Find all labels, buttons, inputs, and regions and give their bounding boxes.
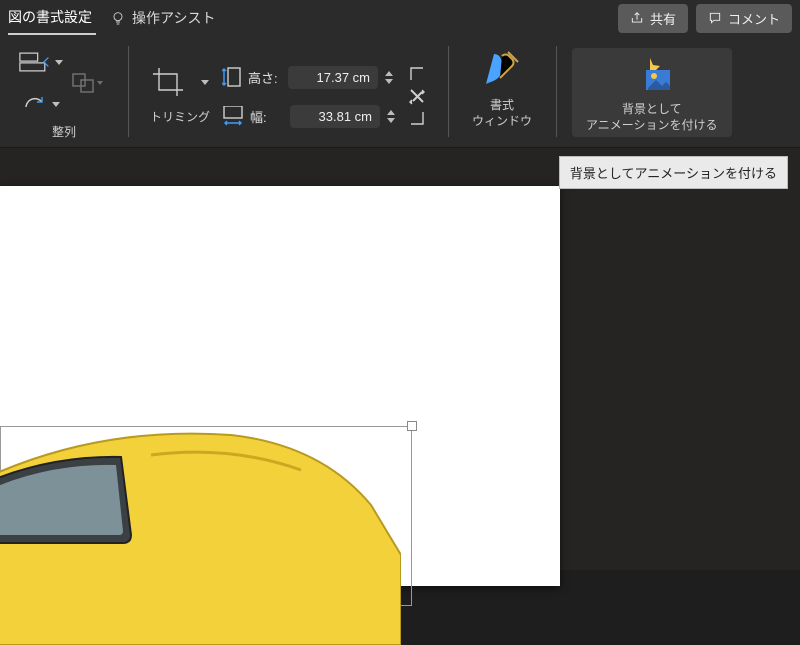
animate-bg-label-2: アニメーションを付ける [586,118,718,134]
format-pane-label-2: ウィンドウ [472,114,532,130]
document-canvas[interactable] [0,148,800,570]
group-arrange: 整列 [0,36,128,147]
lock-aspect-toggle[interactable] [408,87,426,105]
crop-label: トリミング [150,110,210,126]
format-pane-button[interactable]: 書式 ウィンドウ [454,44,550,141]
lightbulb-icon [110,10,126,26]
width-decrement[interactable] [386,117,396,123]
group-animate-bg: 背景として アニメーションを付ける [556,36,748,147]
selected-image-car[interactable] [0,415,401,645]
rotate-menu[interactable] [19,86,63,122]
group-objects[interactable] [65,65,109,101]
animate-as-background-button[interactable]: 背景として アニメーションを付ける [572,48,732,137]
tooltip: 背景としてアニメーションを付ける [559,156,788,189]
align-icon [19,51,51,73]
align-menu[interactable] [19,44,63,80]
resize-handle-top-right[interactable] [407,421,417,431]
assist-label: 操作アシスト [132,8,215,28]
format-pane-label-1: 書式 [472,98,532,114]
height-field-row: 高さ: 17.37 cm [222,66,396,89]
share-button[interactable]: 共有 [618,4,688,33]
group-size: トリミング 高さ: 17.37 cm 幅: 33.81 cm [128,36,448,147]
group-format-pane: 書式 ウィンドウ [448,36,556,147]
width-field-row: 幅: 33.81 cm [222,105,396,128]
document-page [0,186,560,586]
format-pane-icon [480,50,524,90]
ribbon: 整列 トリミング 高さ: 17.37 cm [0,36,800,148]
tab-picture-format[interactable]: 図の書式設定 [8,1,96,35]
comment-button[interactable]: コメント [696,4,792,33]
height-label: 高さ: [248,68,282,87]
comment-label: コメント [728,9,780,28]
image-selection-box[interactable] [0,426,412,606]
corner-tl-icon [410,67,424,81]
group-icon [71,72,97,94]
rotate-icon [22,93,48,115]
height-input[interactable]: 17.37 cm [288,66,378,89]
animate-bg-icon [630,54,674,94]
height-icon [222,66,242,88]
corner-br-icon [410,111,424,125]
width-label: 幅: [250,107,284,126]
crop-menu[interactable] [151,66,209,100]
share-icon [630,11,644,25]
top-bar: 図の書式設定 操作アシスト 共有 コメント [0,0,800,36]
width-icon [222,106,244,126]
topbar-right: 共有 コメント [618,4,792,33]
comment-icon [708,11,722,25]
share-label: 共有 [650,9,676,28]
width-increment[interactable] [386,109,396,115]
width-input[interactable]: 33.81 cm [290,105,380,128]
height-decrement[interactable] [384,78,394,84]
crop-icon [151,66,189,100]
height-increment[interactable] [384,70,394,76]
animate-bg-label-1: 背景として [586,102,718,118]
tell-me-assist[interactable]: 操作アシスト [110,8,215,28]
arrange-group-label: 整列 [52,125,76,141]
